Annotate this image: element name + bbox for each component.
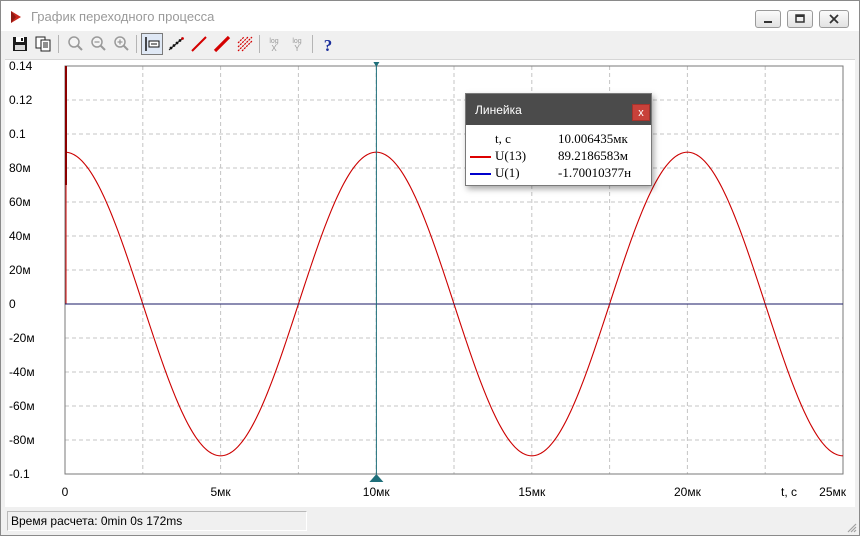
toolbar-separator (58, 35, 59, 53)
title-bar[interactable]: График переходного процесса (1, 1, 859, 31)
hatch-lines-icon (237, 36, 253, 52)
toolbar: log X log Y ? (7, 33, 855, 57)
maximize-button[interactable] (787, 10, 813, 28)
log-x-button[interactable]: log X (263, 33, 285, 55)
window-title: График переходного процесса (31, 9, 215, 24)
toolbar-separator (259, 35, 260, 53)
zoom-out-button[interactable] (87, 33, 109, 55)
zoom-in-button[interactable] (110, 33, 132, 55)
maximize-icon (795, 14, 805, 23)
ruler-row-u1: U(1) -1.70010377н (466, 165, 651, 181)
ruler-row-value: -1.70010377н (558, 165, 632, 180)
minimize-icon (764, 21, 772, 23)
y-tick-label: -0.1 (9, 467, 30, 481)
resize-grip-icon[interactable] (845, 521, 857, 533)
y-tick-label: 40м (9, 229, 31, 243)
line-thick-button[interactable] (211, 33, 233, 55)
series-swatch-u1 (470, 173, 491, 175)
x-tick-label: 15мк (518, 485, 546, 499)
floppy-disk-icon (13, 37, 27, 51)
ruler-row-label: U(1) (495, 165, 520, 180)
ruler-row-time: t, c 10.006435мк (466, 131, 651, 147)
log-x-bottom: X (271, 44, 277, 53)
y-tick-label: 20м (9, 263, 31, 277)
plot-area[interactable]: 0.14 0.12 0.1 80м 60м 40м 20м 0 -20м -40м -60м -80м… (5, 59, 855, 507)
y-tick-label: -60м (9, 399, 35, 413)
magnifier-plus-icon (114, 36, 129, 51)
log-y-bottom: Y (294, 44, 300, 53)
save-button[interactable] (9, 33, 31, 55)
x-tick-label: 20мк (674, 485, 702, 499)
line-red-button[interactable] (188, 33, 210, 55)
ruler-row-label: t, c (495, 131, 511, 146)
ruler-button[interactable] (141, 33, 163, 55)
y-tick-label: 60м (9, 195, 31, 209)
ruler-row-value: 89.2186583м (558, 148, 628, 163)
ruler-panel[interactable]: Линейка x t, c 10.006435мк U(13) 89.2186… (465, 93, 652, 186)
hatch-button[interactable] (234, 33, 256, 55)
magnifier-icon (68, 36, 83, 51)
ruler-header[interactable]: Линейка x (466, 94, 651, 125)
red-line-icon (191, 36, 207, 52)
zoom-button[interactable] (64, 33, 86, 55)
app-window: График переходного процесса log X log Y … (0, 0, 860, 536)
y-tick-label: -80м (9, 433, 35, 447)
close-icon (829, 14, 839, 24)
minimize-button[interactable] (755, 10, 781, 28)
ruler-row-label: U(13) (495, 148, 527, 163)
toolbar-separator (136, 35, 137, 53)
dots-line-icon (168, 37, 184, 51)
points-button[interactable] (165, 33, 187, 55)
close-button[interactable] (819, 10, 849, 28)
question-icon: ? (324, 36, 333, 53)
cursor-bottom-marker (369, 474, 384, 482)
copy-button[interactable] (32, 33, 54, 55)
transient-chart[interactable]: 0.14 0.12 0.1 80м 60м 40м 20м 0 -20м -40м -60м -80м… (5, 60, 855, 508)
log-y-button[interactable]: log Y (286, 33, 308, 55)
ruler-row-value: 10.006435мк (558, 131, 628, 146)
y-tick-label: 0.1 (9, 127, 26, 141)
y-tick-label: -20м (9, 331, 35, 345)
help-glyph: ? (324, 36, 333, 53)
toolbar-separator (312, 35, 313, 53)
y-tick-label: 80м (9, 161, 31, 175)
log-y-icon: logY (292, 38, 301, 53)
y-tick-label: 0.14 (9, 60, 33, 73)
x-tick-label: 10мк (363, 485, 391, 499)
log-x-icon: logX (269, 38, 278, 53)
magnifier-minus-icon (91, 36, 106, 51)
ruler-cursor-icon (145, 37, 160, 51)
ruler-row-u13: U(13) 89.2186583м (466, 148, 651, 164)
x-tick-label: 0 (62, 485, 69, 499)
y-tick-label: 0.12 (9, 93, 33, 107)
red-thick-line-icon (213, 35, 231, 53)
x-tick-label: 25мк (819, 485, 847, 499)
ruler-title: Линейка (475, 103, 522, 117)
ruler-close-button[interactable]: x (632, 104, 650, 121)
calc-time-status: Время расчета: 0min 0s 172ms (7, 511, 307, 531)
status-bar: Время расчета: 0min 0s 172ms (1, 508, 859, 535)
series-swatch-u13 (470, 156, 491, 158)
y-tick-label: 0 (9, 297, 16, 311)
x-tick-label: 5мк (211, 485, 232, 499)
x-axis-label: t, c (781, 485, 797, 499)
y-tick-label: -40м (9, 365, 35, 379)
copy-icon (35, 36, 51, 52)
app-icon (11, 11, 21, 23)
help-button[interactable]: ? (317, 33, 339, 55)
